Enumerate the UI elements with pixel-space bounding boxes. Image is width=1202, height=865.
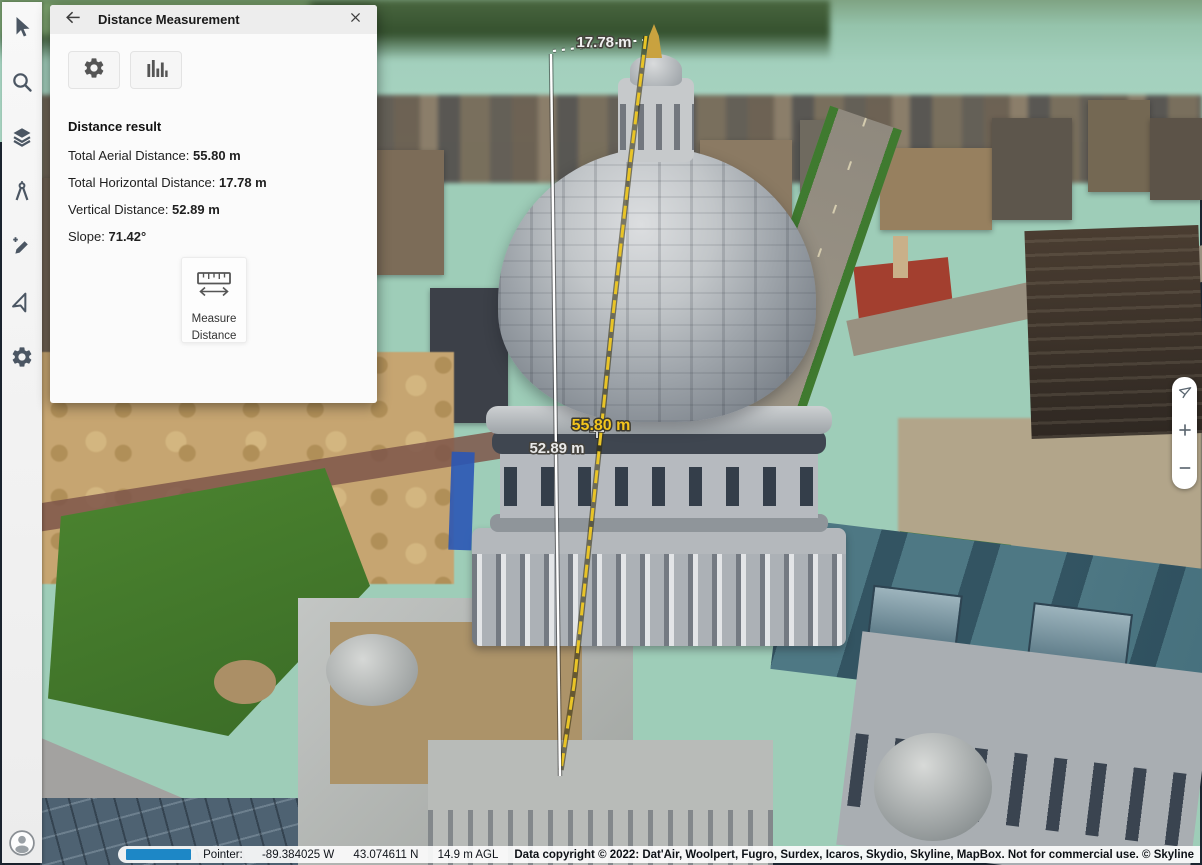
search-icon xyxy=(10,70,34,99)
back-button[interactable] xyxy=(62,9,84,31)
pointer-coordinates: Pointer: -89.384025 W 43.074611 N 14.9 m… xyxy=(203,849,514,861)
measure-button-label: Measure Distance xyxy=(192,311,237,345)
distance-results: Distance result Total Aerial Distance: 5… xyxy=(68,119,377,244)
result-slope: Slope: 71.42° xyxy=(68,229,377,244)
zoom-out-button[interactable] xyxy=(1172,453,1197,487)
pointer-label: Pointer: xyxy=(203,849,243,861)
church-tower xyxy=(893,236,908,278)
avatar-icon xyxy=(8,844,36,861)
gear-icon xyxy=(82,56,106,85)
sidebar-item-search[interactable] xyxy=(2,57,42,112)
close-button[interactable] xyxy=(345,10,365,30)
sidebar-item-measure[interactable] xyxy=(2,167,42,222)
dome-lantern-roof xyxy=(630,54,682,86)
latitude-value: 43.074611 N xyxy=(353,849,418,861)
account-avatar[interactable] xyxy=(8,829,36,857)
altitude-value: 14.9 m AGL xyxy=(438,849,499,861)
minus-icon xyxy=(1176,459,1194,482)
dome-colonnade xyxy=(472,528,846,646)
longitude-value: -89.384025 W xyxy=(262,849,334,861)
result-vertical: Vertical Distance: 52.89 m xyxy=(68,202,377,217)
sidebar-item-navigate[interactable] xyxy=(2,277,42,332)
close-icon xyxy=(348,10,363,30)
result-horizontal: Total Horizontal Distance: 17.78 m xyxy=(68,175,377,190)
ruler-icon xyxy=(195,270,233,303)
dome-drum xyxy=(500,450,818,518)
capitol-small-dome xyxy=(874,733,992,841)
copyright-notice: Data copyright © 2022: Dat'Air, Woolpert… xyxy=(514,849,1194,861)
result-aerial: Total Aerial Distance: 55.80 m xyxy=(68,148,377,163)
layers-icon xyxy=(10,125,34,154)
plus-icon xyxy=(1176,421,1194,444)
building xyxy=(1088,100,1150,192)
sidebar-item-settings[interactable] xyxy=(2,332,42,387)
zoom-in-button[interactable] xyxy=(1172,416,1197,450)
view-controls xyxy=(1172,377,1197,489)
building xyxy=(992,118,1072,220)
sidebar-item-draw[interactable] xyxy=(2,222,42,277)
distance-measurement-panel: Distance Measurement Distance result xyxy=(50,5,377,403)
sidebar-item-layers[interactable] xyxy=(2,112,42,167)
compass-needle-icon xyxy=(1176,384,1194,407)
bar-chart-icon xyxy=(144,56,168,85)
gear-icon xyxy=(10,345,34,374)
park-path-circle xyxy=(214,660,276,704)
edit-icon xyxy=(10,235,34,264)
cursor-icon xyxy=(10,15,34,44)
terrain-profile-button[interactable] xyxy=(130,51,182,89)
app-window: 17.78 m 55.80 m 52.89 m xyxy=(0,0,1202,865)
paper-plane-icon xyxy=(10,290,34,319)
building xyxy=(880,148,992,230)
measurement-settings-button[interactable] xyxy=(68,51,120,89)
compass-button[interactable] xyxy=(1172,379,1197,413)
drafting-compass-icon xyxy=(10,180,34,209)
panel-header: Distance Measurement xyxy=(50,5,377,34)
results-heading: Distance result xyxy=(68,119,377,134)
capitol-apse xyxy=(326,634,418,706)
building xyxy=(1150,118,1202,200)
panel-title: Distance Measurement xyxy=(98,12,240,27)
status-bar: Pointer: -89.384025 W 43.074611 N 14.9 m… xyxy=(118,846,1200,863)
blue-tarp xyxy=(448,452,474,551)
measure-distance-button[interactable]: Measure Distance xyxy=(181,257,247,343)
back-arrow-icon xyxy=(63,7,83,32)
progress-bar xyxy=(126,849,191,860)
sidebar-item-select[interactable] xyxy=(2,2,42,57)
panel-toolbar xyxy=(68,51,377,89)
toolbar-sidebar xyxy=(2,2,42,863)
dome-lantern xyxy=(618,78,694,162)
